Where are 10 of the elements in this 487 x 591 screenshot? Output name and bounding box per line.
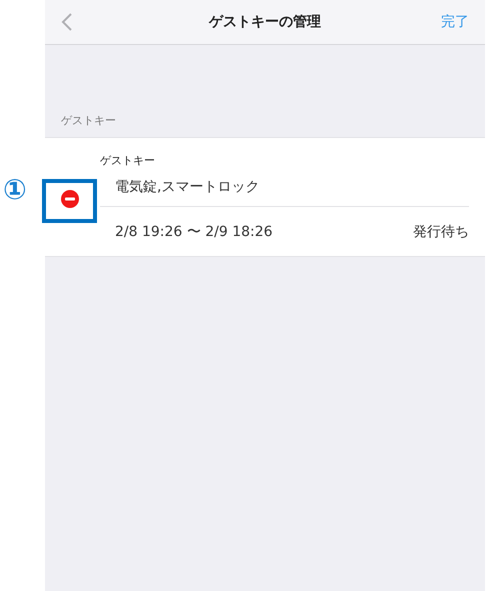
key-status: 発行待ち	[413, 222, 469, 240]
nav-title: ゲストキーの管理	[209, 13, 321, 31]
lock-names: 電気錠,スマートロック	[115, 178, 260, 196]
highlight-frame	[42, 179, 97, 223]
step-number: ①	[3, 176, 27, 204]
key-label: ゲストキー	[100, 154, 155, 168]
section-header: ゲストキー	[61, 113, 117, 129]
validity-period: 2/8 19:26 〜 2/9 18:26	[115, 222, 273, 240]
done-button[interactable]: 完了	[441, 13, 469, 31]
delete-icon[interactable]	[61, 190, 79, 208]
